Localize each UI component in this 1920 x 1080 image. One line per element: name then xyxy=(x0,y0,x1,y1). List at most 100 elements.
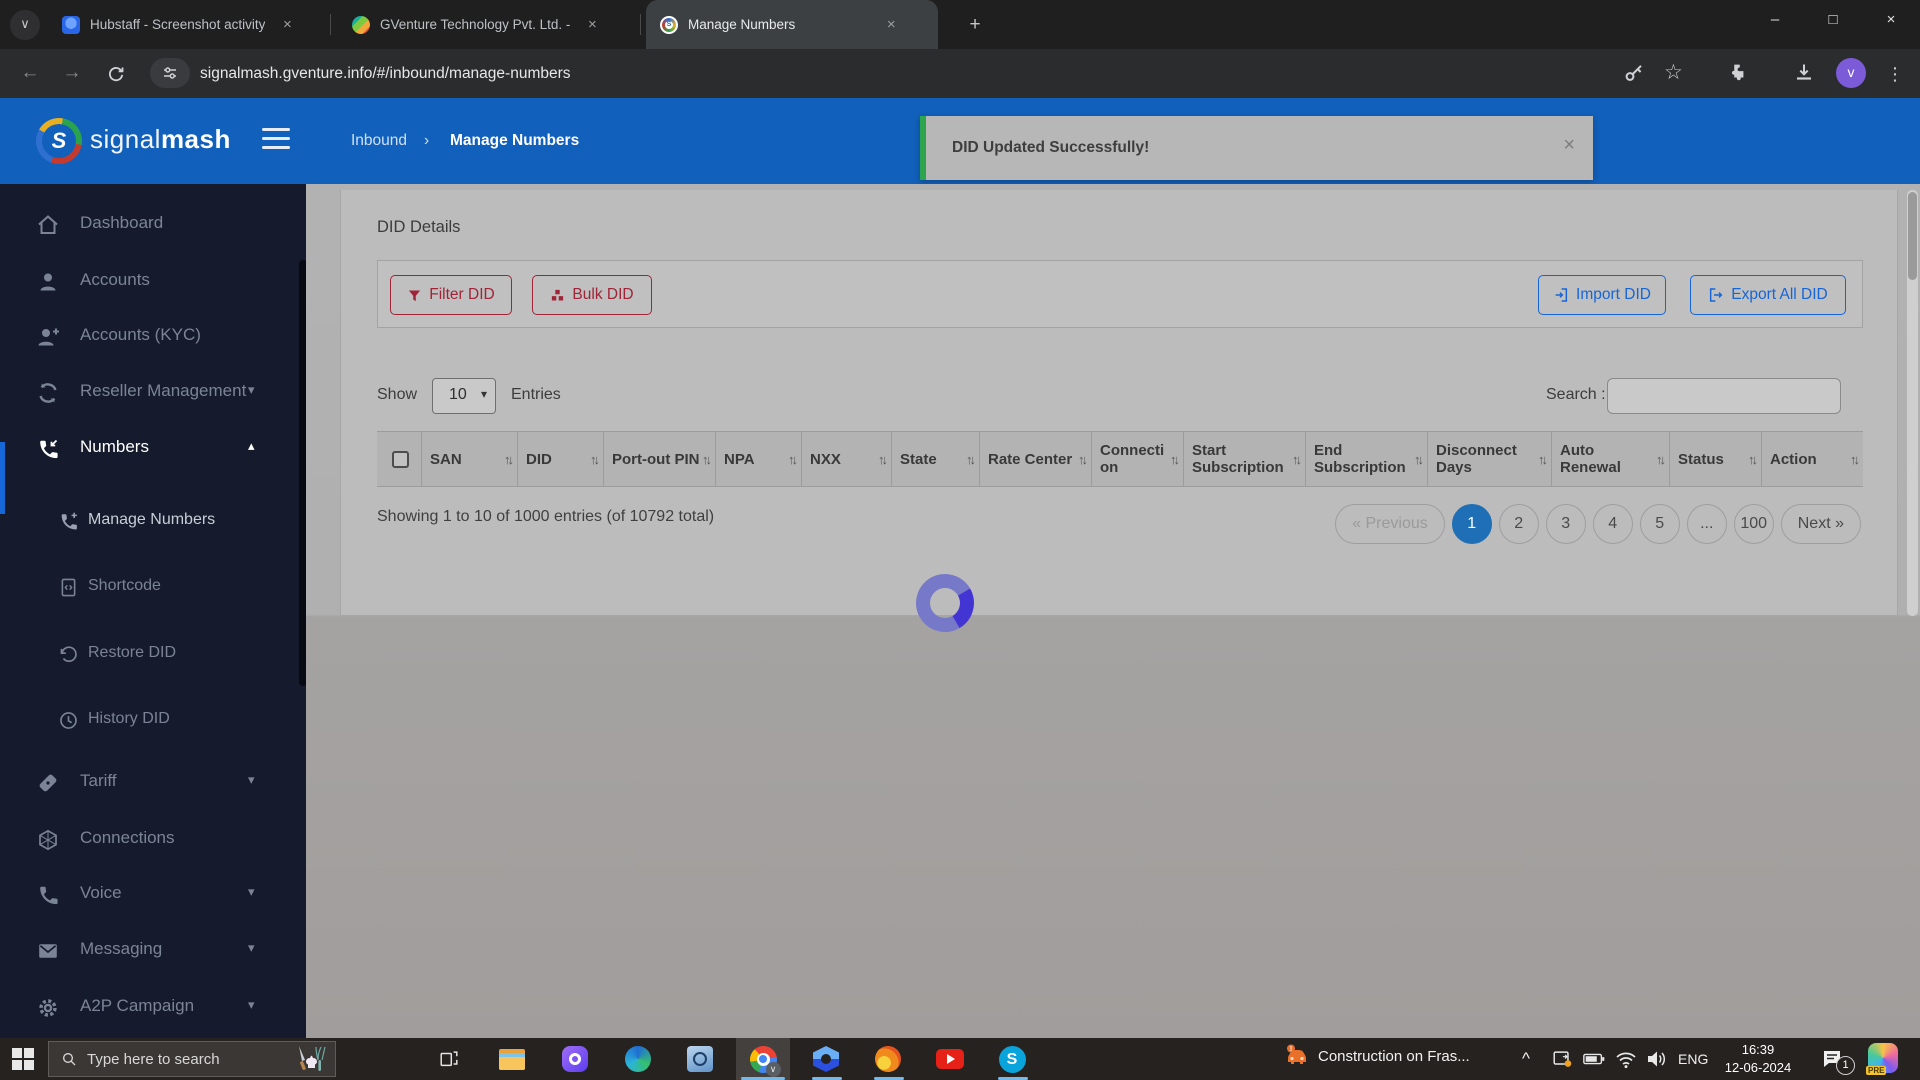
pagination-next-button[interactable]: Next » xyxy=(1781,504,1861,544)
column-header-auto-renewal[interactable]: Auto Renewal↑↓ xyxy=(1551,432,1669,486)
battery-icon[interactable] xyxy=(1578,1043,1610,1075)
profile-avatar[interactable]: v xyxy=(1836,58,1866,88)
column-header-disconnect-days[interactable]: Disconnect Days↑↓ xyxy=(1427,432,1551,486)
new-tab-button[interactable]: + xyxy=(962,12,988,38)
toast-close-icon[interactable]: × xyxy=(1563,134,1575,157)
pagination-page-3[interactable]: 3 xyxy=(1546,504,1586,544)
skype-icon[interactable]: S xyxy=(996,1043,1028,1075)
sidebar-item-tariff[interactable]: Tariff ▾ xyxy=(0,758,306,808)
taskbar-news-widget[interactable]: ! Construction on Fras... xyxy=(1284,1044,1470,1068)
tab-close-icon[interactable]: × xyxy=(881,15,901,35)
breadcrumb-parent[interactable]: Inbound xyxy=(351,98,407,184)
sidebar-item-dashboard[interactable]: Dashboard xyxy=(0,200,306,250)
sort-icon[interactable]: ↑↓ xyxy=(1850,452,1857,467)
filter-did-button[interactable]: Filter DID xyxy=(390,275,512,315)
sort-icon[interactable]: ↑↓ xyxy=(1656,452,1663,467)
wifi-icon[interactable] xyxy=(1610,1043,1642,1075)
search-input[interactable] xyxy=(1607,378,1841,414)
column-header-nxx[interactable]: NXX↑↓ xyxy=(801,432,891,486)
copilot-icon[interactable]: PRE xyxy=(1868,1043,1898,1073)
scrollbar-thumb[interactable] xyxy=(1908,192,1917,280)
hexagon-app-icon[interactable] xyxy=(810,1043,842,1075)
pagination-previous-button[interactable]: « Previous xyxy=(1335,504,1445,544)
volume-icon[interactable] xyxy=(1640,1043,1672,1075)
sidebar-toggle-icon[interactable] xyxy=(262,128,290,152)
firefox-browser-icon[interactable] xyxy=(872,1043,904,1075)
extensions-puzzle-icon[interactable] xyxy=(1726,61,1748,83)
sidebar-item-numbers[interactable]: Numbers ▴ xyxy=(0,424,306,474)
site-info-icon[interactable] xyxy=(150,58,190,88)
import-did-button[interactable]: Import DID xyxy=(1538,275,1666,315)
pagination-ellipsis[interactable]: ... xyxy=(1687,504,1727,544)
sort-icon[interactable]: ↑↓ xyxy=(702,452,709,467)
entries-select[interactable]: 10 ▾ xyxy=(432,378,496,414)
sort-icon[interactable]: ↑↓ xyxy=(878,452,885,467)
browser-menu-icon[interactable]: ⋮ xyxy=(1886,61,1904,87)
downloads-icon[interactable] xyxy=(1792,61,1816,85)
tab-search-button[interactable]: ∨ xyxy=(10,10,40,40)
sidebar-item-shortcode[interactable]: Shortcode xyxy=(0,564,306,614)
tab-gventure[interactable]: GVenture Technology Pvt. Ltd. - × xyxy=(338,0,634,49)
start-button-icon[interactable] xyxy=(12,1048,34,1070)
window-minimize-button[interactable]: – xyxy=(1746,0,1804,42)
forward-icon[interactable]: → xyxy=(56,58,88,90)
sidebar-item-a2p-campaign[interactable]: A2P Campaign ▾ xyxy=(0,983,306,1033)
column-header-end-subscription[interactable]: End Subscription↑↓ xyxy=(1305,432,1427,486)
column-header-did[interactable]: DID↑↓ xyxy=(517,432,603,486)
pagination-page-2[interactable]: 2 xyxy=(1499,504,1539,544)
pagination-page-4[interactable]: 4 xyxy=(1593,504,1633,544)
tab-close-icon[interactable]: × xyxy=(582,15,602,35)
sort-icon[interactable]: ↑↓ xyxy=(788,452,795,467)
sidebar-item-connections[interactable]: Connections xyxy=(0,815,306,865)
tab-close-icon[interactable]: × xyxy=(277,15,297,35)
pagination-page-5[interactable]: 5 xyxy=(1640,504,1680,544)
column-header-npa[interactable]: NPA↑↓ xyxy=(715,432,801,486)
chrome-browser-icon[interactable]: ∨ xyxy=(747,1043,779,1075)
tab-hubstaff[interactable]: Hubstaff - Screenshot activity × xyxy=(48,0,328,49)
pagination-page-1[interactable]: 1 xyxy=(1452,504,1492,544)
window-maximize-button[interactable]: □ xyxy=(1804,0,1862,42)
sidebar-item-accounts[interactable]: Accounts xyxy=(0,257,306,307)
task-view-icon[interactable] xyxy=(433,1043,465,1075)
photos-app-icon[interactable] xyxy=(684,1043,716,1075)
column-header-san[interactable]: SAN↑↓ xyxy=(421,432,517,486)
sidebar-item-history-did[interactable]: History DID xyxy=(0,697,306,747)
bulk-did-button[interactable]: Bulk DID xyxy=(532,275,652,315)
youtube-icon[interactable] xyxy=(934,1043,966,1075)
column-header-start-subscription[interactable]: Start Subscription↑↓ xyxy=(1183,432,1305,486)
password-key-icon[interactable] xyxy=(1622,61,1646,85)
column-header-connection[interactable]: Connection↑↓ xyxy=(1091,432,1183,486)
sort-icon[interactable]: ↑↓ xyxy=(966,452,973,467)
sidebar-item-restore-did[interactable]: Restore DID xyxy=(0,631,306,681)
page-scrollbar[interactable] xyxy=(1907,190,1918,616)
column-header-status[interactable]: Status↑↓ xyxy=(1669,432,1761,486)
sort-icon[interactable]: ↑↓ xyxy=(1414,452,1421,467)
back-icon[interactable]: ← xyxy=(14,58,46,90)
url-field[interactable]: signalmash.gventure.info/#/inbound/manag… xyxy=(200,49,571,98)
sidebar-item-reseller-management[interactable]: Reseller Management ▾ xyxy=(0,368,306,418)
tablet-sync-icon[interactable] xyxy=(1546,1043,1578,1075)
window-close-button[interactable]: × xyxy=(1862,0,1920,42)
language-indicator[interactable]: ENG xyxy=(1678,1038,1708,1080)
column-header-rate-center[interactable]: Rate Center↑↓ xyxy=(979,432,1091,486)
sort-icon[interactable]: ↑↓ xyxy=(504,452,511,467)
taskbar-search[interactable]: Type here to search xyxy=(48,1041,336,1077)
column-header-state[interactable]: State↑↓ xyxy=(891,432,979,486)
file-explorer-icon[interactable] xyxy=(496,1043,528,1075)
media-player-icon[interactable] xyxy=(559,1043,591,1075)
sidebar-item-manage-numbers[interactable]: Manage Numbers xyxy=(0,498,306,548)
sidebar-item-accounts-kyc[interactable]: Accounts (KYC) xyxy=(0,312,306,362)
sort-icon[interactable]: ↑↓ xyxy=(590,452,597,467)
tab-manage-numbers-active[interactable]: S Manage Numbers × xyxy=(646,0,938,49)
bookmark-star-icon[interactable]: ☆ xyxy=(1664,61,1683,85)
reload-icon[interactable] xyxy=(100,59,132,91)
select-all-checkbox[interactable] xyxy=(392,451,409,468)
pagination-page-100[interactable]: 100 xyxy=(1734,504,1774,544)
tray-chevron-up[interactable]: ^ xyxy=(1522,1038,1530,1080)
sort-icon[interactable]: ↑↓ xyxy=(1292,452,1299,467)
sort-icon[interactable]: ↑↓ xyxy=(1538,452,1545,467)
sidebar-item-voice[interactable]: Voice ▾ xyxy=(0,870,306,920)
sort-icon[interactable]: ↑↓ xyxy=(1078,452,1085,467)
export-all-did-button[interactable]: Export All DID xyxy=(1690,275,1846,315)
sort-icon[interactable]: ↑↓ xyxy=(1170,452,1177,467)
